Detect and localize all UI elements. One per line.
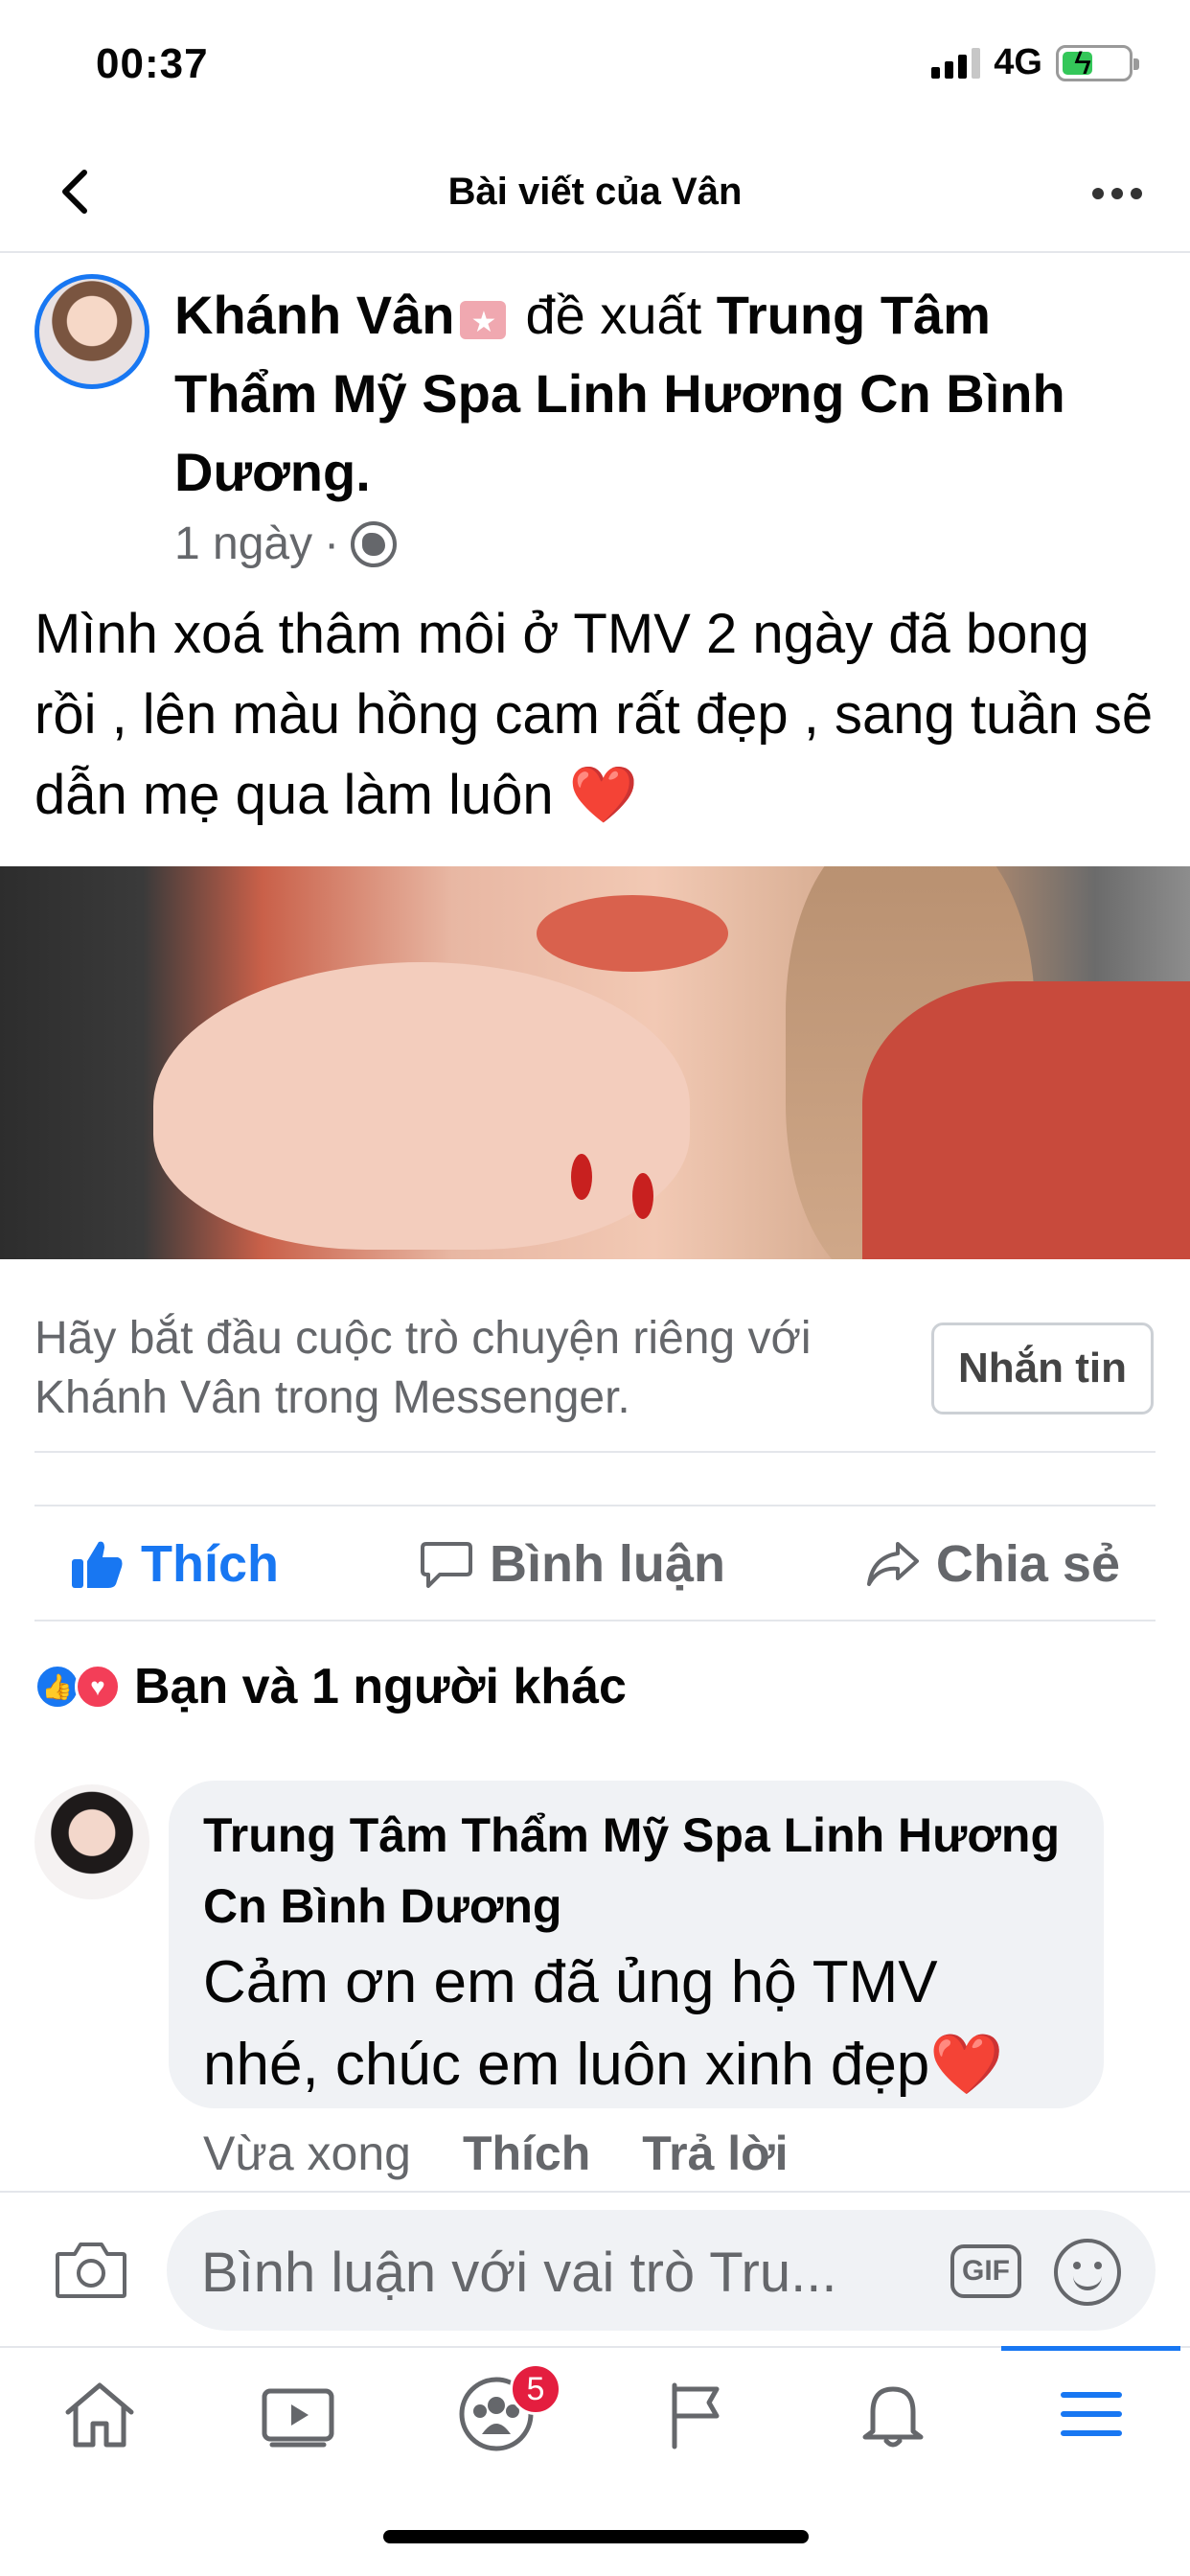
comment-like-button[interactable]: Thích [463, 2126, 590, 2181]
page-title: Bài viết của Vân [447, 171, 743, 213]
love-reaction-icon: ♥ [75, 1664, 121, 1710]
globe-icon [351, 520, 398, 567]
divider [34, 1620, 1156, 1622]
post-text: Mình xoá thâm môi ở TMV 2 ngày đã bong r… [34, 603, 1154, 826]
post-meta: 1 ngày · [174, 518, 398, 570]
menu-icon [1060, 2392, 1122, 2436]
divider [34, 1451, 1156, 1453]
gif-button[interactable]: GIF [950, 2244, 1021, 2298]
thumbs-up-icon [71, 1541, 123, 1588]
post-verb: đề xuất [525, 285, 702, 345]
post-photo[interactable] [0, 866, 1190, 1259]
divider [34, 1505, 1156, 1506]
divider [0, 2191, 1190, 2193]
like-button[interactable]: Thích [70, 1534, 279, 1594]
tab-groups[interactable]: 5 [397, 2348, 595, 2480]
status-indicators: 4G ϟ [931, 42, 1139, 83]
tab-watch[interactable] [198, 2348, 397, 2480]
bell-icon [862, 2386, 923, 2448]
tab-notifications[interactable] [793, 2348, 992, 2480]
emoji-icon[interactable] [1054, 2239, 1121, 2306]
status-bar: 00:37 4G ϟ [0, 0, 1190, 134]
more-options-icon[interactable] [1088, 174, 1146, 213]
tab-pages[interactable] [595, 2348, 793, 2480]
meta-separator: · [324, 518, 340, 569]
signal-icon [931, 47, 981, 79]
comment-icon [420, 1542, 472, 1588]
camera-icon[interactable] [54, 2239, 128, 2300]
reactions-summary[interactable]: 👍 ♥ Bạn và 1 người khác [34, 1658, 627, 1715]
comment-input[interactable]: Bình luận với vai trò Tru... GIF [167, 2210, 1156, 2331]
comment-input-placeholder: Bình luận với vai trò Tru... [201, 2242, 837, 2304]
tab-menu[interactable] [992, 2346, 1190, 2480]
comment-time: Vừa xong [203, 2127, 411, 2180]
comment-label: Bình luận [489, 1535, 725, 1593]
tab-home[interactable] [0, 2348, 198, 2480]
send-message-button[interactable]: Nhắn tin [931, 1322, 1154, 1414]
comment-author[interactable]: Trung Tâm Thẩm Mỹ Spa Linh Hương Cn Bình… [203, 1800, 1069, 1942]
comment-reply-button[interactable]: Trả lời [642, 2126, 788, 2181]
home-icon [65, 2382, 133, 2448]
reactions-text: Bạn và 1 người khác [134, 1659, 627, 1714]
like-reaction-icon: 👍 [34, 1664, 80, 1710]
commenter-avatar[interactable] [34, 1784, 149, 1899]
flag-icon [672, 2382, 719, 2450]
like-label: Thích [140, 1535, 279, 1593]
comment-bubble: Trung Tâm Thẩm Mỹ Spa Linh Hương Cn Bình… [169, 1781, 1104, 2108]
nav-header: Bài viết của Vân [0, 134, 1190, 253]
battery-icon: ϟ [1056, 44, 1139, 81]
share-icon [866, 1542, 919, 1586]
fan-badge-icon [460, 284, 507, 362]
bottom-tab-bar: 5 [0, 2346, 1190, 2480]
video-icon [262, 2388, 333, 2448]
author-avatar[interactable] [34, 274, 149, 389]
author-name[interactable]: Khánh Vân [174, 285, 454, 345]
comment-button[interactable]: Bình luận [419, 1534, 725, 1594]
network-type: 4G [994, 42, 1042, 82]
comment-text: Cảm ơn em đã ủng hộ TMV nhé, chúc em luô… [203, 1949, 1004, 2098]
post-actions: Thích Bình luận Chia sẻ [0, 1510, 1190, 1618]
groups-notification-badge: 5 [510, 2363, 561, 2415]
home-indicator [383, 2530, 809, 2543]
comment-meta: Vừa xong Thích Trả lời [203, 2126, 789, 2181]
share-label: Chia sẻ [935, 1535, 1120, 1593]
post-time[interactable]: 1 ngày [174, 518, 312, 570]
share-button[interactable]: Chia sẻ [865, 1534, 1120, 1594]
messenger-prompt: Hãy bắt đầu cuộc trò chuyện riêng với Kh… [34, 1313, 812, 1423]
post-header: Khánh Vânđề xuất Trung Tâm Thẩm Mỹ Spa L… [174, 276, 1133, 512]
status-time: 00:37 [96, 40, 209, 87]
